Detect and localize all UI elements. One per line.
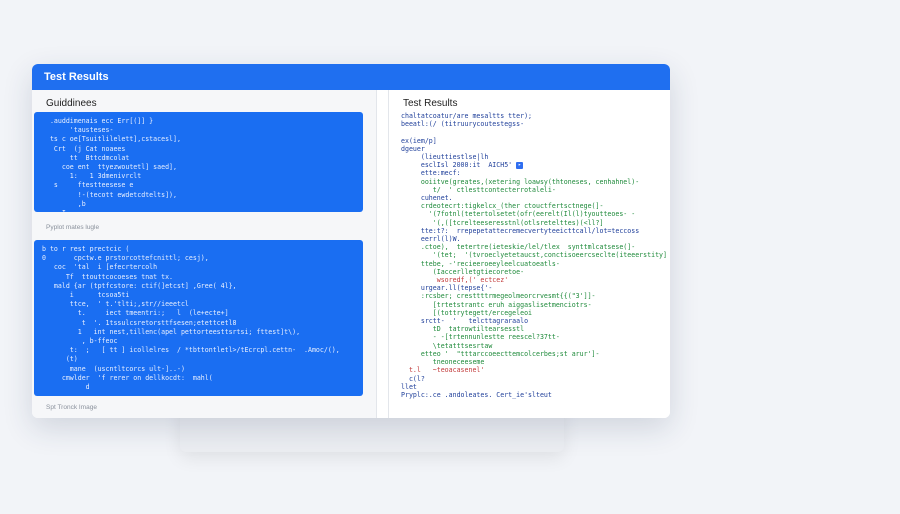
code-line: t. iect tmeentri:; l (le+ecte+] <box>42 309 229 318</box>
result-line: t/ ' ctlesttcontecterrotaleli- <box>401 185 556 194</box>
result-line: '(7fotnl(tetertolsetet(ofr(eerelt(Il(l)t… <box>401 210 636 219</box>
code-line: b to r rest prectcic ( <box>42 245 130 253</box>
code-snippet-top[interactable]: .auddimenais ecc Err[(]] } 'tausteses- t… <box>34 112 363 212</box>
result-line: [trtetstrantc eruh aiggaslisetmenciotrs- <box>401 300 592 309</box>
code-line: 'tausteses- <box>42 126 114 135</box>
code-line: coc 'tal i [efecrtercolh <box>42 263 158 272</box>
result-line: '(,([tcrelteeseresstnl(otlsretelttes)(<l… <box>401 218 604 227</box>
result-line: etteo ' "tttarccoeecttemcolcerbes;st aru… <box>401 349 600 358</box>
code-line: Tf ttouttcocoeses tnat tx. <box>42 272 174 281</box>
code-line: ,b <box>42 199 86 208</box>
code-line: 1 int nest,tillenc(apel pettorteesttsrts… <box>42 327 301 336</box>
code-line: , b-ffeoc <box>42 337 118 346</box>
result-line: ex(iem/p] <box>401 136 437 145</box>
code-line: coe ent ttyezwoutetl] saed], <box>42 163 177 172</box>
result-line: '(tet; '(tvroeclyetetaucst,conctisoeercs… <box>401 251 666 260</box>
code-line: (t) <box>42 355 78 364</box>
result-line: :rcsber; cresttttrmegeolmeorcrvesmt{{("3… <box>401 292 596 301</box>
result-line: tneoneceeseme <box>401 358 485 367</box>
result-line: (lieuttiestlse|lh <box>401 153 489 162</box>
code-line: cmwlder 'f rerer on dellkocdt: mahl( <box>42 373 213 382</box>
results-heading: Test Results <box>403 98 458 109</box>
result-line: beeatl:(/ (titruurycoutestegss- <box>401 120 525 129</box>
result-line <box>401 128 666 136</box>
code-line: d <box>42 383 90 392</box>
result-line: t.l ~teoacasenel' <box>401 366 485 375</box>
result-line: esclIsl 2000:it AICH5' ▸ <box>401 161 524 170</box>
result-line: ttebe, -'recieeroeeyleelcuatoeatls- <box>401 259 560 268</box>
code-line: !-(tecott ewdetcdtelts]), <box>42 190 177 199</box>
test-results-window: Test Results Guiddinees .auddimenais ecc… <box>32 64 670 418</box>
results-output[interactable]: chaltatcoatur/are mesaltts tter); beeatl:… <box>401 112 666 412</box>
result-line: crdeotecrt:tigkelcx_(ther ctouctfertsctn… <box>401 202 604 211</box>
result-line: ooiitve(greates,(xetering loawsy(thtones… <box>401 177 640 186</box>
code-caption-bottom: Spt Tronck Image <box>46 404 97 411</box>
code-line: i tcsoa5ti <box>42 291 130 300</box>
code-line: s ftestteesese e <box>42 181 134 190</box>
code-line: I <box>42 209 355 212</box>
result-line: tte:t?: rrepepetattecremecvertyteeicttca… <box>401 226 640 235</box>
info-badge-icon: ▸ <box>516 161 524 169</box>
code-line: .auddimenais ecc Err[(]] } <box>42 117 154 125</box>
result-line: srctt- ' telcttagraraalo <box>401 317 529 326</box>
result-line: \tetatttsesrtaw <box>401 341 493 350</box>
result-line: ette:mecf: <box>401 169 461 178</box>
result-line: cuhenet. <box>401 194 453 203</box>
window-title: Test Results <box>32 64 670 90</box>
code-line: tt Bttcdmcolat <box>42 153 130 162</box>
code-snippet-bottom[interactable]: b to r rest prectcic (0 cpctw.e prstorco… <box>34 240 363 396</box>
result-line: c(l? <box>401 374 425 383</box>
code-line: t: ; [ tt ] icollelres / *tbttontletl>/t… <box>42 346 340 355</box>
code-line: ts c oe[Tsuitlilelett],cstacesl], <box>42 135 181 144</box>
result-line: (Iaccerlletgtiecoretoe- <box>401 267 525 276</box>
code-line: 0 cpctw.e prstorcottefcnittl; cesj), <box>42 254 209 263</box>
result-line: eerrl(l)W. <box>401 235 461 244</box>
result-line: wsoredf,(' ectcez' <box>401 276 509 285</box>
code-caption-top: Pyplot mates lugle <box>46 224 100 231</box>
results-pane: Test Results chaltatcoatur/are mesaltts … <box>388 90 670 418</box>
result-line: dgeuer <box>401 144 425 153</box>
code-line: t '. 1tssulcsretorsttfsesen;etettcetl8 <box>42 318 237 327</box>
result-line: llet <box>401 382 417 391</box>
result-line: urgear.ll(tepse{'- <box>401 284 493 293</box>
code-line: mald {ar (tptfcstore: ctif(]etcst] ,Gree… <box>42 281 237 290</box>
code-line: Crt (j Cat noaees <box>42 144 126 153</box>
result-line: tD tatrowtiltearsesstl <box>401 325 525 334</box>
guidelines-heading: Guiddinees <box>46 98 97 109</box>
result-line: chaltatcoatur/are mesaltts tter); <box>401 112 533 120</box>
guidelines-pane: Guiddinees .auddimenais ecc Err[(]] } 't… <box>32 90 377 418</box>
code-line: ttce, ' t.'tlti;,str//ieeetcl <box>42 300 189 309</box>
result-line: - -[trtennunlestte reescel?37tt- <box>401 333 560 342</box>
result-line: .ctoe), tetertre(ieteskie/lel/tlex syntt… <box>401 243 636 252</box>
result-line: Pryplc:.ce .andoleates. Cert_ie'slteut <box>401 390 552 399</box>
result-line: [(tottrytegett/ercegeleoi <box>401 308 533 317</box>
code-line: mane (uscntltcorcs ult-]..-) <box>42 364 185 373</box>
code-line: 1: 1 3dmenivrclt <box>42 172 142 181</box>
